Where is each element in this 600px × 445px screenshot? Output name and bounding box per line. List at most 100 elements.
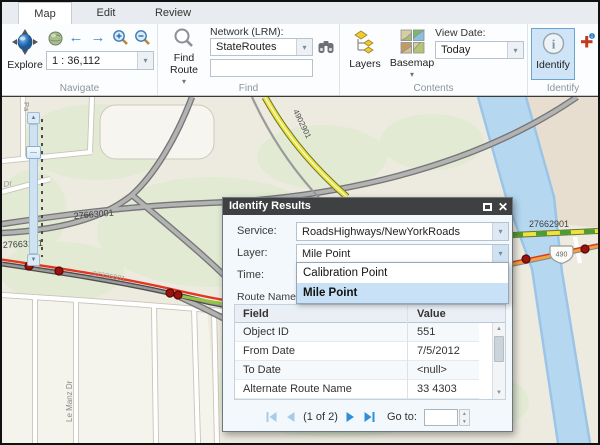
slider-handle[interactable] xyxy=(26,146,41,159)
search-routes-button[interactable] xyxy=(317,39,335,55)
chevron-down-icon[interactable]: ▾ xyxy=(492,223,508,240)
street-label: Pa xyxy=(22,102,31,112)
cell-value: 551 xyxy=(417,323,435,342)
svg-text:i: i xyxy=(551,37,555,52)
table-scrollbar[interactable]: ▲ ▼ xyxy=(492,323,505,399)
table-row[interactable]: Alternate Route Name 33 4303 xyxy=(235,380,479,399)
identify-results-dialog: Identify Results ✕ Service: RoadsHighway… xyxy=(222,197,513,432)
cell-value: <null> xyxy=(417,361,447,380)
goto-spinner[interactable]: ▲ ▼ xyxy=(459,409,470,426)
spinner-up-icon[interactable]: ▲ xyxy=(460,410,469,418)
group-label-find: Find xyxy=(158,83,339,94)
dropdown-option-calibration-point[interactable]: Calibration Point xyxy=(297,263,508,283)
cell-field: Alternate Route Name xyxy=(243,380,352,399)
identify-button[interactable]: i Identify xyxy=(531,28,575,80)
chevron-down-icon[interactable]: ▾ xyxy=(507,42,523,58)
identify-icon: i xyxy=(541,31,566,56)
ribbon-tab-bar: Map Edit Review xyxy=(2,2,598,24)
slider-zoom-in-button[interactable]: ▲ xyxy=(27,112,40,124)
scroll-up-icon[interactable]: ▲ xyxy=(493,323,505,335)
tab-review[interactable]: Review xyxy=(140,2,206,24)
scroll-down-icon[interactable]: ▼ xyxy=(493,387,505,399)
cell-field: To Date xyxy=(243,361,281,380)
scrollbar-thumb[interactable] xyxy=(494,336,504,362)
layer-label: Layer: xyxy=(237,247,268,259)
field-header: Field xyxy=(243,305,269,323)
next-page-button[interactable] xyxy=(345,411,356,423)
scale-combobox[interactable]: 1 : 36,112 ▾ xyxy=(46,51,154,70)
dialog-titlebar[interactable]: Identify Results ✕ xyxy=(223,198,512,215)
ribbon: Map Edit Review Explore xyxy=(2,2,598,96)
close-icon[interactable]: ✕ xyxy=(498,201,508,213)
shield-number: 490 xyxy=(556,252,568,259)
column-divider xyxy=(407,305,408,399)
explore-label: Explore xyxy=(5,59,45,71)
layers-label: Layers xyxy=(344,58,386,70)
chevron-down-icon[interactable]: ▾ xyxy=(388,69,436,81)
route-name-label: Route Name: xyxy=(237,291,299,303)
network-lrm-label: Network (LRM): xyxy=(210,26,284,38)
view-date-combobox[interactable]: Today ▾ xyxy=(435,41,524,59)
table-row[interactable]: To Date <null> xyxy=(235,361,479,380)
parcel-block xyxy=(100,105,214,159)
goto-label: Go to: xyxy=(387,411,417,423)
basemap-icon xyxy=(400,29,425,54)
binoculars-icon xyxy=(318,40,334,54)
find-route-label: Find Route xyxy=(167,52,201,76)
map-zoom-slider[interactable]: ▲ ▼ xyxy=(26,112,41,266)
attribute-table: Field Value Object ID 551 From Date 7/5/… xyxy=(234,304,506,400)
basemap-button[interactable]: Basemap ▾ xyxy=(388,29,436,81)
group-label-identify: Identify xyxy=(528,83,598,94)
app-window: Map Edit Review Explore xyxy=(0,0,600,445)
table-body: Object ID 551 From Date 7/5/2012 To Date… xyxy=(235,323,492,399)
table-row[interactable]: From Date 7/5/2012 xyxy=(235,342,479,361)
chevron-down-icon[interactable]: ▾ xyxy=(296,39,312,55)
find-route-button[interactable]: Find Route ▾ xyxy=(164,27,204,88)
value-header: Value xyxy=(417,305,446,323)
cell-value: 33 4303 xyxy=(417,380,457,399)
layer-combobox[interactable]: Mile Point ▾ xyxy=(296,244,509,263)
dropdown-option-mile-point[interactable]: Mile Point xyxy=(297,283,508,303)
tab-map[interactable]: Map xyxy=(18,2,72,24)
cell-value: 7/5/2012 xyxy=(417,342,460,361)
chevron-down-icon[interactable]: ▾ xyxy=(492,245,508,262)
network-value: StateRoutes xyxy=(211,41,296,53)
zoom-out-button[interactable] xyxy=(132,28,152,47)
scale-value: 1 : 36,112 xyxy=(47,55,137,67)
street-label: Le Manz Dr xyxy=(65,380,74,422)
zoom-in-button[interactable] xyxy=(110,28,130,47)
route-input[interactable] xyxy=(210,59,313,77)
first-page-button[interactable] xyxy=(265,411,278,423)
identify-label: Identify xyxy=(532,59,574,71)
explore-button[interactable]: Explore xyxy=(5,28,45,71)
slider-track[interactable] xyxy=(29,124,38,254)
group-contents: Layers xyxy=(340,24,528,95)
group-label-navigate: Navigate xyxy=(2,83,157,94)
table-row[interactable]: Object ID 551 xyxy=(235,323,479,342)
maximize-icon[interactable] xyxy=(483,203,492,211)
slider-zoom-out-button[interactable]: ▼ xyxy=(27,254,40,266)
zoom-out-icon xyxy=(134,29,151,46)
layer-value: Mile Point xyxy=(297,248,492,260)
group-identify: i Identify i Identify xyxy=(528,24,598,95)
network-combobox[interactable]: StateRoutes ▾ xyxy=(210,38,313,56)
pagination-bar: (1 of 2) Go to: ▲ ▼ xyxy=(223,406,512,428)
globe-icon xyxy=(48,31,63,46)
goto-page-input[interactable] xyxy=(424,409,458,426)
forward-extent-button[interactable]: → xyxy=(88,27,108,47)
group-find: Find Route ▾ Network (LRM): StateRoutes … xyxy=(158,24,340,95)
basemap-label: Basemap xyxy=(388,57,436,69)
zoom-in-icon xyxy=(112,29,129,46)
service-combobox[interactable]: RoadsHighways/NewYorkRoads ▾ xyxy=(296,222,509,241)
cell-field: Object ID xyxy=(243,323,289,342)
layers-button[interactable]: Layers xyxy=(344,29,386,70)
tab-edit[interactable]: Edit xyxy=(76,2,136,24)
last-page-button[interactable] xyxy=(363,411,376,423)
previous-page-button[interactable] xyxy=(285,411,296,423)
table-header: Field Value xyxy=(235,305,505,323)
back-extent-button[interactable]: ← xyxy=(66,27,86,47)
chevron-down-icon[interactable]: ▾ xyxy=(137,52,153,69)
identify-route-button[interactable]: i xyxy=(578,32,595,49)
full-extent-button[interactable] xyxy=(46,29,64,47)
spinner-down-icon[interactable]: ▼ xyxy=(460,418,469,426)
